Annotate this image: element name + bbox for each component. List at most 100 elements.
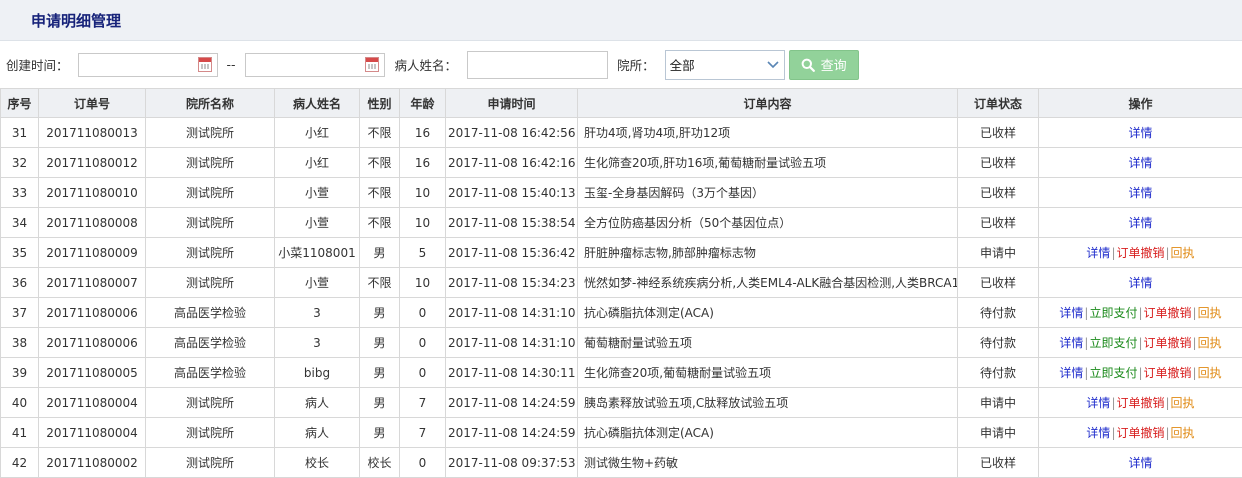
detail-link[interactable]: 详情 xyxy=(1086,244,1110,261)
chevron-down-icon xyxy=(766,60,780,70)
action-separator: | xyxy=(1111,246,1115,260)
search-button[interactable]: 查询 xyxy=(789,50,859,80)
cell-order-no: 201711080008 xyxy=(39,208,146,238)
cancel-order-link[interactable]: 订单撤销 xyxy=(1144,304,1192,321)
cell-apply-time: 2017-11-08 15:38:54 xyxy=(446,208,578,238)
cell-actions: 详情 xyxy=(1039,118,1242,148)
cell-status: 申请中 xyxy=(958,238,1039,268)
pay-now-link[interactable]: 立即支付 xyxy=(1089,364,1137,381)
detail-link[interactable]: 详情 xyxy=(1059,334,1083,351)
cancel-order-link[interactable]: 订单撤销 xyxy=(1144,334,1192,351)
action-links: 详情 xyxy=(1128,454,1152,471)
cancel-order-link[interactable]: 订单撤销 xyxy=(1144,364,1192,381)
cancel-order-link[interactable]: 订单撤销 xyxy=(1116,244,1164,261)
cell-clinic: 测试院所 xyxy=(146,418,275,448)
cell-age: 0 xyxy=(400,358,446,388)
table-row: 40201711080004测试院所病人男72017-11-08 14:24:5… xyxy=(1,388,1242,418)
page-title: 申请明细管理 xyxy=(31,10,121,31)
cell-order-no: 201711080007 xyxy=(39,268,146,298)
cell-patient: 3 xyxy=(275,328,360,358)
cell-content: 肝脏肿瘤标志物,肺部肿瘤标志物 xyxy=(578,238,958,268)
receipt-link[interactable]: 回执 xyxy=(1171,394,1195,411)
action-separator: | xyxy=(1138,336,1142,350)
cell-patient: 小萱 xyxy=(275,208,360,238)
detail-link[interactable]: 详情 xyxy=(1128,454,1152,471)
pay-now-link[interactable]: 立即支付 xyxy=(1089,304,1137,321)
cell-clinic: 测试院所 xyxy=(146,238,275,268)
cell-patient: 小菜1108001 xyxy=(275,238,360,268)
cell-no: 37 xyxy=(1,298,39,328)
cell-patient: bibg xyxy=(275,358,360,388)
cell-status: 待付款 xyxy=(958,298,1039,328)
detail-link[interactable]: 详情 xyxy=(1059,304,1083,321)
cell-content: 全方位防癌基因分析（50个基因位点） xyxy=(578,208,958,238)
cancel-order-link[interactable]: 订单撤销 xyxy=(1116,394,1164,411)
cell-order-no: 201711080004 xyxy=(39,418,146,448)
cell-status: 已收样 xyxy=(958,448,1039,478)
start-date-input[interactable] xyxy=(78,53,218,77)
cell-clinic: 高品医学检验 xyxy=(146,328,275,358)
cell-gender: 男 xyxy=(360,358,400,388)
cell-age: 16 xyxy=(400,118,446,148)
receipt-link[interactable]: 回执 xyxy=(1171,244,1195,261)
cell-patient: 小萱 xyxy=(275,268,360,298)
detail-link[interactable]: 详情 xyxy=(1128,124,1152,141)
col-header-actions: 操作 xyxy=(1039,89,1242,118)
table-row: 38201711080006高品医学检验3男02017-11-08 14:31:… xyxy=(1,328,1242,358)
cell-apply-time: 2017-11-08 14:31:10 xyxy=(446,298,578,328)
cell-clinic: 测试院所 xyxy=(146,178,275,208)
patient-name-label: 病人姓名： xyxy=(395,55,458,74)
table-row: 39201711080005高品医学检验bibg男02017-11-08 14:… xyxy=(1,358,1242,388)
patient-name-input[interactable] xyxy=(467,51,608,79)
cell-content: 生化筛查20项,肝功16项,葡萄糖耐量试验五项 xyxy=(578,148,958,178)
cell-age: 0 xyxy=(400,298,446,328)
cell-order-no: 201711080009 xyxy=(39,238,146,268)
action-links: 详情|立即支付|订单撤销|回执 xyxy=(1059,304,1221,321)
action-links: 详情|订单撤销|回执 xyxy=(1086,394,1194,411)
cell-content: 葡萄糖耐量试验五项 xyxy=(578,328,958,358)
filter-bar: 创建时间： -- 病人姓名： 院所： 全部 查询 xyxy=(0,41,1242,88)
cell-clinic: 测试院所 xyxy=(146,118,275,148)
table-row: 36201711080007测试院所小萱不限102017-11-08 15:34… xyxy=(1,268,1242,298)
detail-link[interactable]: 详情 xyxy=(1128,154,1152,171)
cell-actions: 详情|订单撤销|回执 xyxy=(1039,388,1242,418)
detail-link[interactable]: 详情 xyxy=(1086,424,1110,441)
col-header-clinic: 院所名称 xyxy=(146,89,275,118)
calendar-icon[interactable] xyxy=(365,57,379,72)
col-header-content: 订单内容 xyxy=(578,89,958,118)
cell-no: 34 xyxy=(1,208,39,238)
cell-actions: 详情|立即支付|订单撤销|回执 xyxy=(1039,298,1242,328)
cell-apply-time: 2017-11-08 09:37:53 xyxy=(446,448,578,478)
cell-actions: 详情 xyxy=(1039,448,1242,478)
date-range-separator: -- xyxy=(227,57,236,72)
receipt-link[interactable]: 回执 xyxy=(1171,424,1195,441)
detail-link[interactable]: 详情 xyxy=(1059,364,1083,381)
col-header-patient: 病人姓名 xyxy=(275,89,360,118)
cell-order-no: 201711080005 xyxy=(39,358,146,388)
clinic-select[interactable]: 全部 xyxy=(665,50,785,80)
cell-apply-time: 2017-11-08 16:42:56 xyxy=(446,118,578,148)
action-links: 详情 xyxy=(1128,274,1152,291)
cancel-order-link[interactable]: 订单撤销 xyxy=(1116,424,1164,441)
calendar-icon[interactable] xyxy=(198,57,212,72)
cell-status: 已收样 xyxy=(958,268,1039,298)
receipt-link[interactable]: 回执 xyxy=(1198,334,1222,351)
cell-age: 10 xyxy=(400,268,446,298)
cell-age: 0 xyxy=(400,448,446,478)
receipt-link[interactable]: 回执 xyxy=(1198,364,1222,381)
detail-link[interactable]: 详情 xyxy=(1128,214,1152,231)
detail-link[interactable]: 详情 xyxy=(1128,184,1152,201)
action-links: 详情 xyxy=(1128,124,1152,141)
end-date-input[interactable] xyxy=(245,53,385,77)
col-header-gender: 性别 xyxy=(360,89,400,118)
action-links: 详情 xyxy=(1128,184,1152,201)
detail-link[interactable]: 详情 xyxy=(1128,274,1152,291)
pay-now-link[interactable]: 立即支付 xyxy=(1089,334,1137,351)
clinic-select-value: 全部 xyxy=(670,55,695,74)
receipt-link[interactable]: 回执 xyxy=(1198,304,1222,321)
cell-patient: 小红 xyxy=(275,148,360,178)
cell-apply-time: 2017-11-08 14:24:59 xyxy=(446,388,578,418)
cell-gender: 不限 xyxy=(360,268,400,298)
action-separator: | xyxy=(1193,336,1197,350)
detail-link[interactable]: 详情 xyxy=(1086,394,1110,411)
